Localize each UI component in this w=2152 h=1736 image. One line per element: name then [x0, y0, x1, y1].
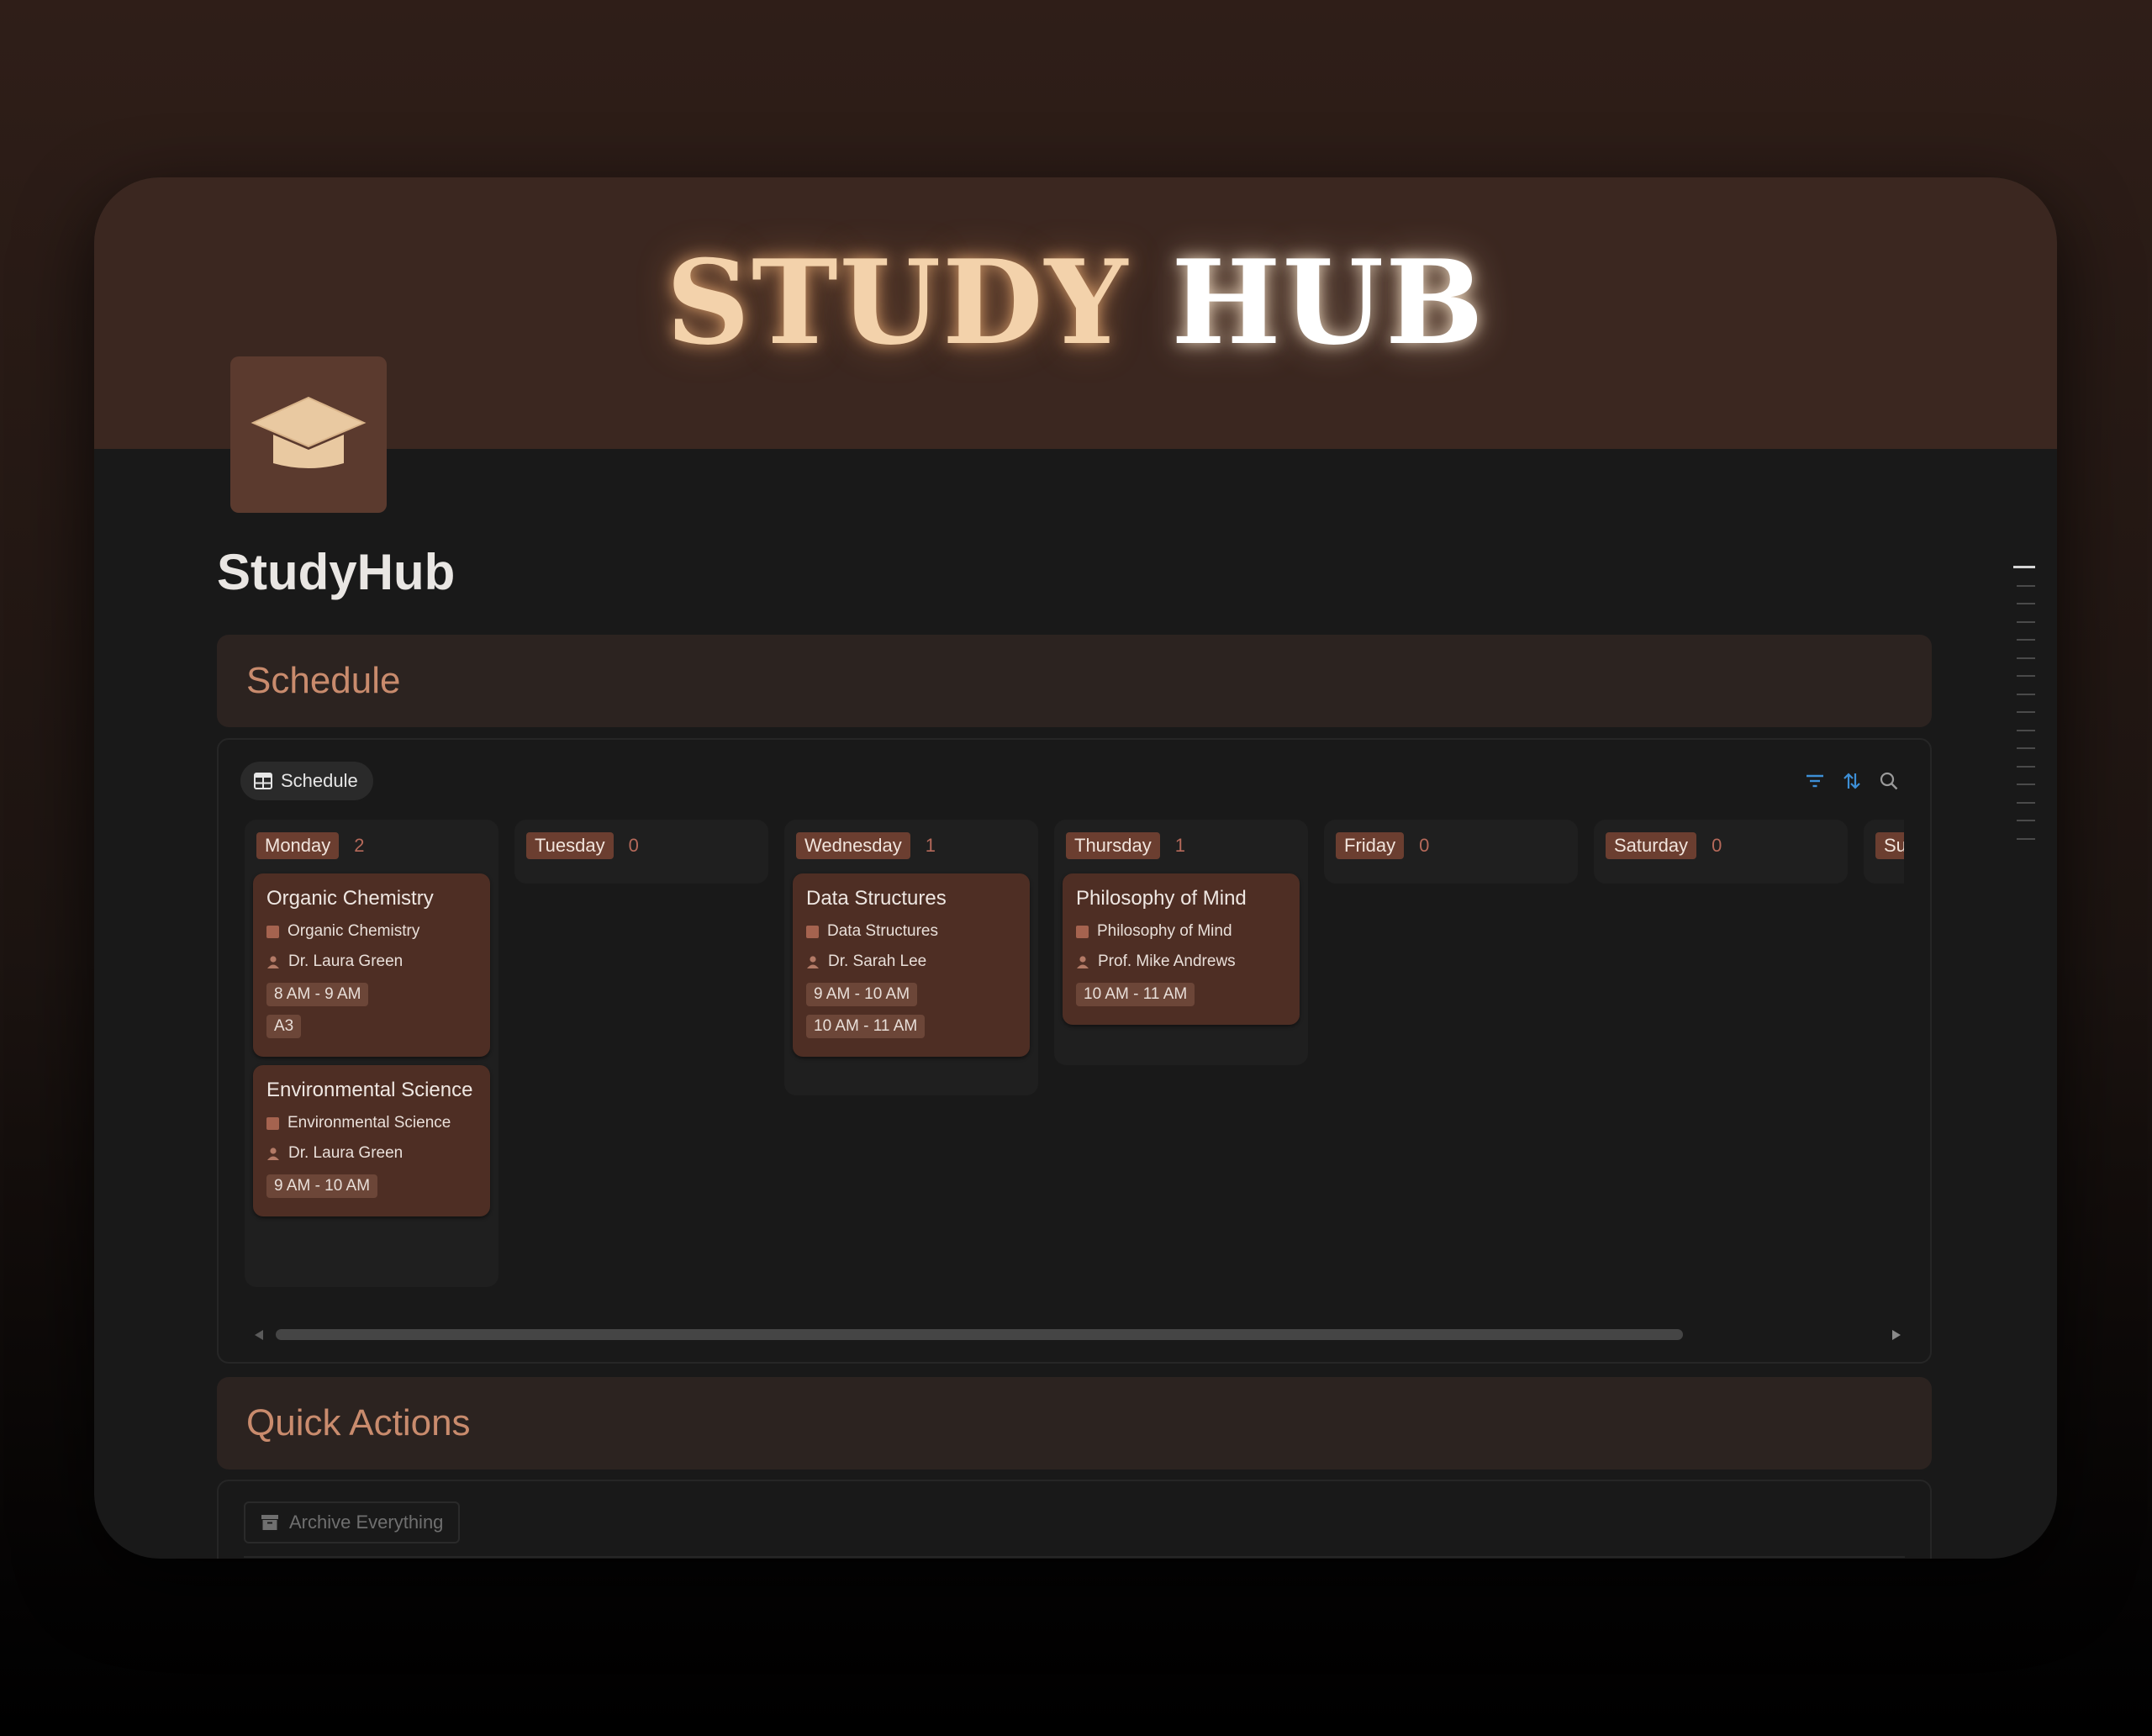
day-count: 0	[628, 835, 639, 856]
horizontal-scrollbar[interactable]	[219, 1327, 1930, 1343]
day-count: 0	[1712, 835, 1722, 856]
course-property: Data Structures	[806, 922, 1016, 941]
schedule-heading: Schedule	[246, 660, 401, 701]
day-label: Su	[1875, 832, 1904, 859]
time-tag: 10 AM - 11 AM	[806, 1015, 926, 1038]
day-count: 2	[354, 835, 365, 856]
course-name: Environmental Science	[287, 1114, 451, 1132]
day-count: 1	[1174, 835, 1185, 856]
board-column-wednesday: Wednesday 1 Data Structures Data Structu…	[784, 820, 1038, 1095]
course-square-icon	[266, 925, 279, 938]
archive-everything-label: Archive Everything	[289, 1512, 444, 1533]
instructor-property: Prof. Mike Andrews	[1076, 952, 1286, 971]
time-tag: 8 AM - 9 AM	[266, 983, 369, 1006]
instructor-name: Dr. Laura Green	[288, 1144, 404, 1162]
day-label: Friday	[1336, 832, 1405, 859]
course-property: Organic Chemistry	[266, 922, 477, 941]
cover-title-study: STUDY	[666, 234, 1130, 371]
page-icon[interactable]	[230, 356, 387, 513]
day-count: 0	[1419, 835, 1430, 856]
search-icon	[1880, 772, 1898, 790]
column-header: Tuesday 0	[514, 820, 768, 872]
person-icon	[1077, 956, 1089, 968]
board-column-monday: Monday 2 Organic Chemistry Organic Chemi…	[245, 820, 498, 1287]
instructor-name: Prof. Mike Andrews	[1098, 952, 1236, 970]
cover-title-hub: HUB	[1171, 234, 1485, 371]
search-button[interactable]	[1878, 770, 1900, 792]
board-column-thursday: Thursday 1 Philosophy of Mind Philosophy…	[1054, 820, 1308, 1065]
divider	[244, 1556, 1905, 1558]
board-column-tuesday: Tuesday 0	[514, 820, 768, 884]
person-icon	[807, 956, 819, 968]
filter-button[interactable]	[1804, 770, 1826, 792]
day-label: Wednesday	[796, 832, 910, 859]
cover-banner: STUDY HUB	[94, 177, 2057, 449]
course-name: Organic Chemistry	[287, 922, 420, 940]
scroll-right-arrow-icon[interactable]	[1891, 1329, 1901, 1341]
course-square-icon	[1076, 925, 1089, 938]
room-tag: A3	[266, 1015, 302, 1038]
day-label: Saturday	[1606, 832, 1697, 859]
person-icon	[267, 1148, 279, 1160]
filter-icon	[1807, 774, 1823, 788]
class-card[interactable]: Organic Chemistry Organic Chemistry Dr. …	[253, 873, 490, 1057]
card-title: Data Structures	[806, 887, 947, 910]
course-name: Data Structures	[827, 922, 938, 940]
sort-icon	[1843, 773, 1860, 789]
course-property: Philosophy of Mind	[1076, 922, 1286, 941]
column-header: Monday 2	[245, 820, 498, 872]
instructor-name: Dr. Laura Green	[288, 952, 404, 970]
column-header: Su	[1864, 820, 1904, 872]
board-column-saturday: Saturday 0	[1594, 820, 1848, 884]
view-tab-schedule[interactable]: Schedule	[240, 762, 373, 800]
class-card[interactable]: Data Structures Data Structures Dr. Sara…	[793, 873, 1030, 1057]
schedule-board-view: Schedule Monday 2 Organic Chemistry Orga…	[217, 738, 1932, 1364]
day-label: Monday	[256, 832, 340, 859]
column-header: Saturday 0	[1594, 820, 1848, 872]
sort-button[interactable]	[1841, 770, 1863, 792]
board-toolbar	[1804, 770, 1900, 792]
day-label: Tuesday	[526, 832, 614, 859]
instructor-name: Dr. Sarah Lee	[828, 952, 927, 970]
scroll-left-arrow-icon[interactable]	[254, 1329, 264, 1341]
day-label: Thursday	[1066, 832, 1160, 859]
archive-box-icon	[261, 1515, 278, 1530]
person-icon	[267, 956, 279, 968]
schedule-heading-block: Schedule	[217, 635, 1932, 727]
board-column-friday: Friday 0	[1324, 820, 1578, 884]
time-tag: 9 AM - 10 AM	[806, 983, 918, 1006]
quick-actions-heading: Quick Actions	[246, 1402, 471, 1443]
board-column-sunday: Su	[1864, 820, 1904, 884]
time-tag: 10 AM - 11 AM	[1076, 983, 1195, 1006]
column-header: Wednesday 1	[784, 820, 1038, 872]
scrollbar-thumb[interactable]	[276, 1329, 1683, 1340]
cover-title: STUDY HUB	[94, 245, 2057, 361]
class-card[interactable]: Environmental Science Environmental Scie…	[253, 1065, 490, 1216]
table-icon	[254, 773, 272, 789]
card-title: Organic Chemistry	[266, 887, 434, 910]
time-tag: 9 AM - 10 AM	[266, 1174, 378, 1198]
instructor-property: Dr. Laura Green	[266, 952, 477, 971]
column-header: Thursday 1	[1054, 820, 1308, 872]
course-square-icon	[266, 1116, 279, 1130]
table-of-contents-minimap[interactable]	[2013, 566, 2035, 856]
day-count: 1	[925, 835, 936, 856]
app-window: STUDY HUB StudyHub Schedule Schedule Mon…	[94, 177, 2057, 1559]
archive-everything-button[interactable]: Archive Everything	[244, 1501, 461, 1543]
card-title: Philosophy of Mind	[1076, 887, 1247, 910]
instructor-property: Dr. Sarah Lee	[806, 952, 1016, 971]
quick-actions-heading-block: Quick Actions	[217, 1377, 1932, 1470]
course-name: Philosophy of Mind	[1097, 922, 1232, 940]
class-card[interactable]: Philosophy of Mind Philosophy of Mind Pr…	[1063, 873, 1300, 1025]
course-property: Environmental Science	[266, 1114, 477, 1132]
page-title: StudyHub	[217, 544, 456, 600]
course-square-icon	[806, 925, 819, 938]
view-tab-label: Schedule	[281, 770, 358, 791]
board-columns: Monday 2 Organic Chemistry Organic Chemi…	[245, 820, 1904, 1307]
card-title: Environmental Science	[266, 1079, 473, 1101]
graduation-cap-icon	[251, 396, 367, 468]
quick-actions-block: Archive Everything	[217, 1480, 1932, 1559]
column-header: Friday 0	[1324, 820, 1578, 872]
instructor-property: Dr. Laura Green	[266, 1144, 477, 1163]
